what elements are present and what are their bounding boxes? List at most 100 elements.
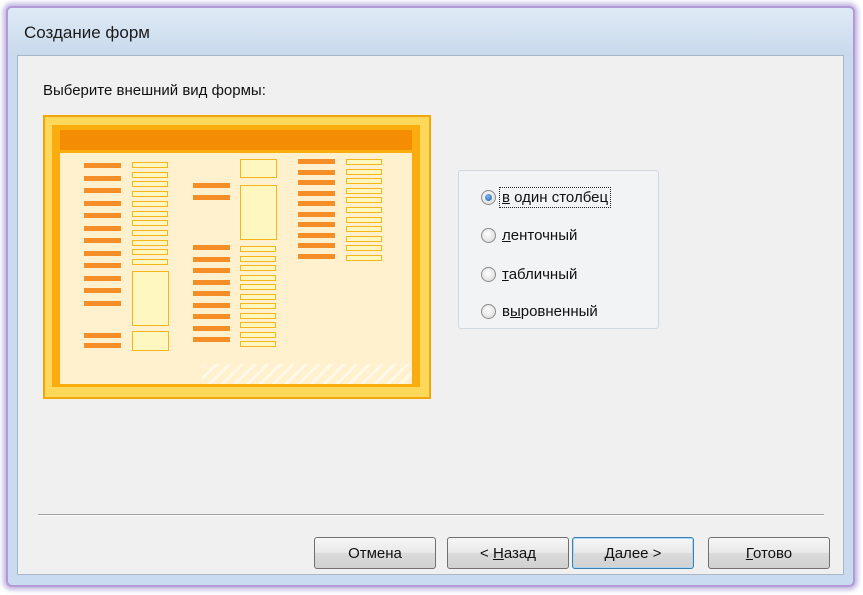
- preview-field-bar: [132, 210, 168, 217]
- preview-field-bar: [240, 284, 276, 290]
- preview-field-bar: [132, 171, 168, 178]
- radio-label-datasheet[interactable]: табличный: [500, 265, 579, 284]
- preview-header-bar: [60, 130, 412, 150]
- preview-field-bar: [240, 246, 276, 252]
- preview-field-bar: [346, 168, 382, 175]
- preview-label-bar: [193, 337, 230, 342]
- dialog-window: Создание форм Выберите внешний вид формы…: [6, 6, 855, 587]
- preview-field-bar: [346, 159, 382, 165]
- preview-label-bar: [298, 222, 335, 227]
- preview-label-bar: [298, 201, 335, 206]
- preview-field-bar: [240, 341, 276, 347]
- preview-label-bar: [84, 300, 121, 306]
- preview-label-bar: [84, 213, 121, 218]
- preview-field-bar: [240, 312, 276, 319]
- next-button[interactable]: Далее >: [572, 537, 694, 569]
- preview-label-bar: [84, 188, 121, 193]
- preview-label-bar: [298, 211, 335, 217]
- preview-label-bar: [193, 279, 230, 285]
- preview-label-bar: [84, 225, 121, 231]
- window-title: Создание форм: [24, 23, 150, 42]
- preview-field-bar: [346, 216, 382, 223]
- preview-field-bar: [240, 303, 276, 309]
- preview-field-bar: [346, 245, 382, 252]
- preview-field-bar: [132, 200, 168, 207]
- preview-label-bar: [84, 250, 121, 256]
- preview-field-bar: [346, 235, 382, 242]
- preview-label-bar: [298, 180, 335, 185]
- preview-field-bar: [346, 255, 382, 261]
- preview-field-bar: [240, 274, 276, 281]
- preview-field-bar: [240, 265, 276, 271]
- radio-label-ribbon[interactable]: ленточный: [500, 226, 579, 245]
- preview-field-bar: [240, 322, 276, 328]
- preview-field-bar: [346, 178, 382, 185]
- radio-label-justified[interactable]: выровненный: [500, 302, 600, 321]
- preview-field-bar: [346, 226, 382, 233]
- preview-label-bar: [84, 175, 121, 181]
- preview-field-block: [132, 271, 169, 326]
- radio-button-justified[interactable]: [481, 303, 496, 319]
- radio-option-tabular-ribbon[interactable]: ленточный: [481, 224, 579, 246]
- preview-label-bar: [84, 275, 121, 281]
- preview-label-bar: [84, 238, 121, 243]
- form-layout-preview: [43, 115, 431, 399]
- preview-field-bar: [346, 207, 382, 213]
- preview-label-bar: [298, 159, 335, 164]
- preview-label-bar: [193, 325, 230, 331]
- preview-field-block: [240, 185, 277, 240]
- finish-button[interactable]: Готово: [708, 537, 830, 569]
- preview-field-bar: [346, 187, 382, 194]
- preview-field-bar: [132, 229, 168, 236]
- preview-field-bar: [240, 293, 276, 300]
- preview-label-bar: [193, 268, 230, 273]
- cancel-button[interactable]: Отмена: [314, 537, 436, 569]
- radio-button-datasheet[interactable]: [481, 266, 496, 282]
- radio-option-datasheet[interactable]: табличный: [481, 263, 579, 285]
- button-separator: [38, 514, 824, 516]
- preview-body: [60, 153, 412, 384]
- radio-label-columnar[interactable]: в один столбец: [498, 186, 612, 208]
- radio-option-columnar[interactable]: в один столбец: [481, 186, 612, 208]
- preview-label-bar: [84, 333, 121, 338]
- preview-field-block: [132, 331, 169, 351]
- preview-field-bar: [132, 181, 168, 188]
- preview-label-bar: [84, 343, 121, 348]
- preview-label-bar: [298, 243, 335, 248]
- layout-options-group: в один столбец ленточный табличный выров…: [458, 170, 659, 329]
- preview-label-bar: [298, 232, 335, 238]
- layout-prompt: Выберите внешний вид формы:: [43, 82, 266, 99]
- preview-label-bar: [193, 256, 230, 262]
- preview-field-bar: [346, 197, 382, 204]
- preview-label-bar: [84, 263, 121, 268]
- preview-label-bar: [193, 195, 230, 200]
- title-bar[interactable]: Создание форм: [8, 8, 853, 56]
- preview-field-bar: [240, 255, 276, 262]
- preview-label-bar: [193, 314, 230, 319]
- radio-option-justified[interactable]: выровненный: [481, 300, 600, 322]
- preview-frame: [52, 125, 420, 387]
- preview-label-bar: [193, 291, 230, 296]
- preview-label-bar: [84, 288, 121, 293]
- dialog-content: Выберите внешний вид формы: в один столб…: [17, 55, 844, 575]
- preview-field-bar: [132, 239, 168, 246]
- preview-field-bar: [132, 220, 168, 227]
- preview-field-block: [240, 159, 277, 178]
- preview-label-bar: [193, 302, 230, 308]
- preview-field-bar: [132, 162, 168, 168]
- preview-stripe-pattern: [202, 364, 412, 384]
- preview-label-bar: [84, 200, 121, 206]
- radio-button-columnar[interactable]: [481, 189, 496, 205]
- preview-label-bar: [84, 163, 121, 168]
- preview-label-bar: [298, 169, 335, 175]
- preview-label-bar: [298, 190, 335, 196]
- preview-field-bar: [132, 249, 168, 256]
- preview-label-bar: [193, 183, 230, 188]
- preview-field-bar: [132, 259, 168, 265]
- back-button[interactable]: < Назад: [447, 537, 569, 569]
- preview-label-bar: [298, 253, 335, 259]
- preview-label-bar: [193, 245, 230, 250]
- preview-field-bar: [240, 331, 276, 338]
- preview-field-bar: [132, 191, 168, 198]
- radio-button-ribbon[interactable]: [481, 227, 496, 243]
